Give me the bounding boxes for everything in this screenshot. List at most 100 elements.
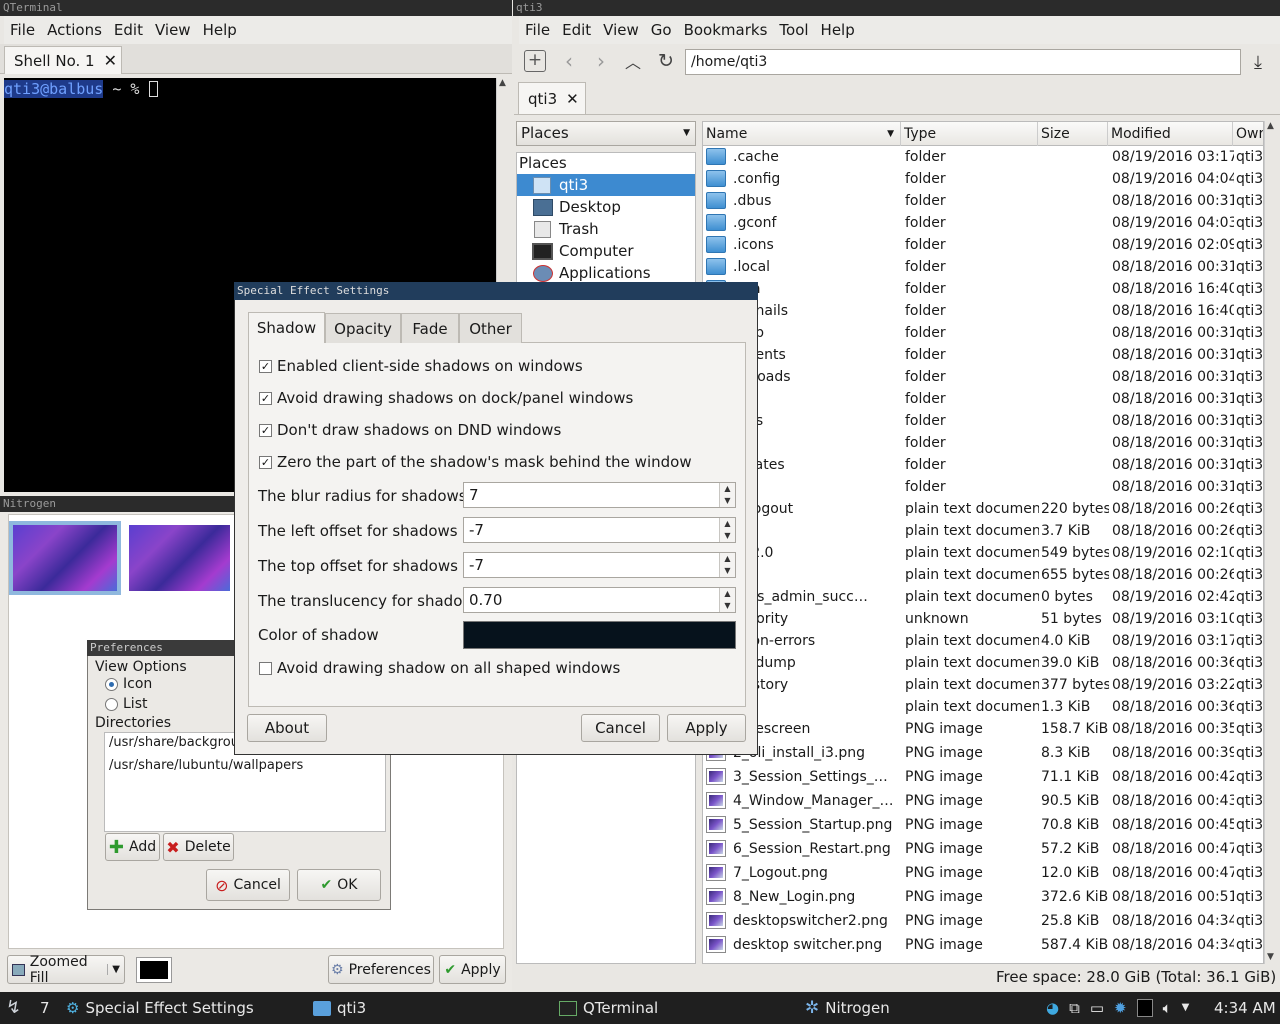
close-icon[interactable]: ✕	[566, 90, 579, 108]
translucency-spinbox[interactable]: 0.70 ▲ ▼	[463, 587, 736, 613]
zero-mask-checkbox[interactable]: ✓	[259, 456, 272, 469]
chevron-down-icon[interactable]: ▼	[1182, 992, 1190, 1024]
fm-tab-qti3[interactable]: qti3 ✕	[518, 82, 586, 114]
terminal-menu-edit[interactable]: Edit	[108, 21, 149, 39]
task-qti3[interactable]: qti3	[313, 992, 366, 1024]
table-row[interactable]: .dbus folder 08/18/2016 00:31 qti3	[703, 190, 1263, 212]
no-dnd-shadow-checkbox[interactable]: ✓	[259, 424, 272, 437]
task-nitrogen[interactable]: ✲ Nitrogen	[805, 992, 890, 1024]
avoid-shaped-shadow-checkbox[interactable]	[259, 662, 272, 675]
table-row[interactable]: 8_New_Login.png PNG image 372.6 KiB 08/18/2…	[703, 886, 1263, 908]
column-modified[interactable]: Modified	[1108, 122, 1233, 146]
table-row[interactable]: ktopfolder08/18/2016 00:31qti3	[703, 322, 1263, 344]
table-row[interactable]: .gconf folder 08/19/2016 04:03 qti3	[703, 212, 1263, 234]
terminal-menu-actions[interactable]: Actions	[41, 21, 108, 39]
fm-menu-view[interactable]: View	[597, 21, 645, 39]
window-switch-icon[interactable]: ⧉	[1069, 992, 1080, 1024]
file-list[interactable]: Name ▼ Type Size Modified Owr .cache folde…	[702, 121, 1264, 964]
table-row[interactable]: 4_Window_Manager_… PNG image 90.5 KiB 08/18…	[703, 790, 1263, 812]
directory-item[interactable]: /usr/share/lubuntu/wallpapers	[109, 758, 303, 773]
task-special-effect-settings[interactable]: ⚙ Special Effect Settings	[66, 992, 254, 1024]
table-row[interactable]: uments folder 08/18/2016 00:31 qti3	[703, 344, 1263, 366]
table-row[interactable]: omescreen PNG image 158.7 KiB 08/18/2016 00…	[703, 718, 1263, 740]
place-item-trash[interactable]: Trash	[531, 219, 695, 241]
wallpaper-thumbnail[interactable]	[13, 525, 117, 591]
table-row[interactable]: rc-2.0plain text document549 bytes08/19/…	[703, 542, 1263, 564]
zoom-mode-select[interactable]: Zoomed Fill ▼	[7, 954, 125, 986]
list-radio[interactable]	[105, 698, 118, 711]
tab-other[interactable]: Other	[459, 313, 522, 343]
table-row[interactable]: _history plain text document 377 bytes 08/1…	[703, 674, 1263, 696]
table-row[interactable]: hrcplain text document3.7 KiB08/18/2016 …	[703, 520, 1263, 542]
table-row[interactable]: desktopswitcher2.png PNG image 25.8 KiB 08/…	[703, 910, 1263, 932]
terminal-menu-help[interactable]: Help	[197, 21, 243, 39]
terminal-menu-view[interactable]: View	[149, 21, 197, 39]
fm-menu-go[interactable]: Go	[645, 21, 678, 39]
table-row[interactable]: .local folder 08/18/2016 00:31 qti3	[703, 256, 1263, 278]
tab-shadow[interactable]: Shadow	[248, 312, 325, 343]
table-row[interactable]: eosfolder08/18/2016 00:31qti3	[703, 476, 1263, 498]
file-list-scrollbar[interactable]: ▲ ▼	[1264, 121, 1276, 964]
fm-menu-file[interactable]: File	[519, 21, 556, 39]
terminal-menu-file[interactable]: File	[4, 21, 41, 39]
go-icon[interactable]: ⤓	[1248, 50, 1268, 74]
start-menu-icon[interactable]: ↯	[6, 992, 21, 1024]
table-row[interactable]: rcplain text document1.3 KiB08/18/2016 0…	[703, 696, 1263, 718]
up-icon[interactable]: ︿	[622, 50, 644, 72]
table-row[interactable]: o_as_admin_succ… plain text document 0 byt…	[703, 586, 1263, 608]
table-row[interactable]: 6_Session_Restart.png PNG image 57.2 KiB 08…	[703, 838, 1263, 860]
table-row[interactable]: 3_Session_Settings_… PNG image 71.1 KiB 08/…	[703, 766, 1263, 788]
clock[interactable]: 4:34 AM	[1214, 992, 1276, 1024]
new-tab-icon[interactable]: +	[524, 50, 546, 72]
table-row[interactable]: mpdump plain text document 39.0 KiB 08/18/2…	[703, 652, 1263, 674]
column-owner[interactable]: Owr	[1233, 122, 1263, 146]
table-row[interactable]: licfolder08/18/2016 00:31qti3	[703, 432, 1263, 454]
table-row[interactable]: .config folder 08/19/2016 04:04 qti3	[703, 168, 1263, 190]
browser-icon[interactable]: ◕	[1046, 992, 1059, 1024]
scroll-up-icon[interactable]: ▲	[497, 78, 508, 88]
effects-cancel-button[interactable]: Cancel	[581, 714, 660, 742]
table-row[interactable]: 7_Logout.png PNG image 12.0 KiB 08/18/2016 …	[703, 862, 1263, 884]
preferences-cancel-button[interactable]: ⊘ Cancel	[206, 869, 290, 901]
table-row[interactable]: mbnails folder 08/18/2016 16:40 qti3	[703, 300, 1263, 322]
spin-arrows-icon[interactable]: ▲ ▼	[719, 518, 735, 542]
table-row[interactable]: nplates folder 08/18/2016 00:31 qti3	[703, 454, 1263, 476]
table-row[interactable]: .cache folder 08/19/2016 03:17 qti3	[703, 146, 1263, 168]
place-item-computer[interactable]: Computer	[531, 241, 695, 263]
table-row[interactable]: ssion-errors plain text document 4.0 KiB 08…	[703, 630, 1263, 652]
desktop-switcher[interactable]: 7	[40, 992, 50, 1024]
scroll-up-icon[interactable]: ▲	[1265, 121, 1276, 131]
add-directory-button[interactable]: ✚ Add	[105, 833, 160, 861]
task-qterminal[interactable]: QTerminal	[559, 992, 658, 1024]
icon-radio[interactable]	[105, 678, 118, 691]
scroll-down-icon[interactable]: ▼	[1265, 952, 1276, 962]
bg-color-button[interactable]	[136, 957, 172, 983]
table-row[interactable]: zillafolder08/18/2016 16:40qti3	[703, 278, 1263, 300]
tab-opacity[interactable]: Opacity	[325, 313, 401, 343]
spin-arrows-icon[interactable]: ▲ ▼	[719, 553, 735, 577]
close-icon[interactable]: ✕	[104, 51, 117, 70]
delete-directory-button[interactable]: ✖ Delete	[163, 833, 234, 861]
place-item-desktop[interactable]: Desktop	[531, 197, 695, 219]
back-icon[interactable]: ‹	[558, 49, 580, 73]
table-row[interactable]: fileplain text document655 bytes08/18/20…	[703, 564, 1263, 586]
tray-window-icon[interactable]	[1136, 999, 1153, 1017]
side-pane-mode-select[interactable]: Places ▼	[516, 121, 696, 146]
fm-menu-help[interactable]: Help	[815, 21, 861, 39]
table-row[interactable]: h_logout plain text document 220 bytes 08/1…	[703, 498, 1263, 520]
column-name[interactable]: Name ▼	[703, 122, 901, 146]
effects-apply-button[interactable]: Apply	[667, 714, 746, 742]
fm-menu-bookmarks[interactable]: Bookmarks	[678, 21, 774, 39]
table-row[interactable]: 2_oli_install_i3.png PNG image 8.3 KiB 08/1…	[703, 742, 1263, 764]
table-row[interactable]: uthority unknown 51 bytes 08/19/2016 03:10 q…	[703, 608, 1263, 630]
terminal-titlebar[interactable]: QTerminal	[0, 0, 512, 16]
forward-icon[interactable]: ›	[590, 49, 612, 73]
table-row[interactable]: wnloads folder 08/18/2016 00:31 qti3	[703, 366, 1263, 388]
table-row[interactable]: 5_Session_Startup.png PNG image 70.8 KiB 08…	[703, 814, 1263, 836]
shadow-enabled-checkbox[interactable]: ✓	[259, 360, 272, 373]
blur-radius-spinbox[interactable]: 7 ▲ ▼	[463, 482, 736, 508]
reload-icon[interactable]: ↻	[655, 50, 677, 72]
terminal-tab-shell-1[interactable]: Shell No. 1 ✕	[4, 46, 122, 74]
avoid-dock-shadow-checkbox[interactable]: ✓	[259, 392, 272, 405]
effects-titlebar[interactable]: Special Effect Settings	[234, 282, 758, 300]
